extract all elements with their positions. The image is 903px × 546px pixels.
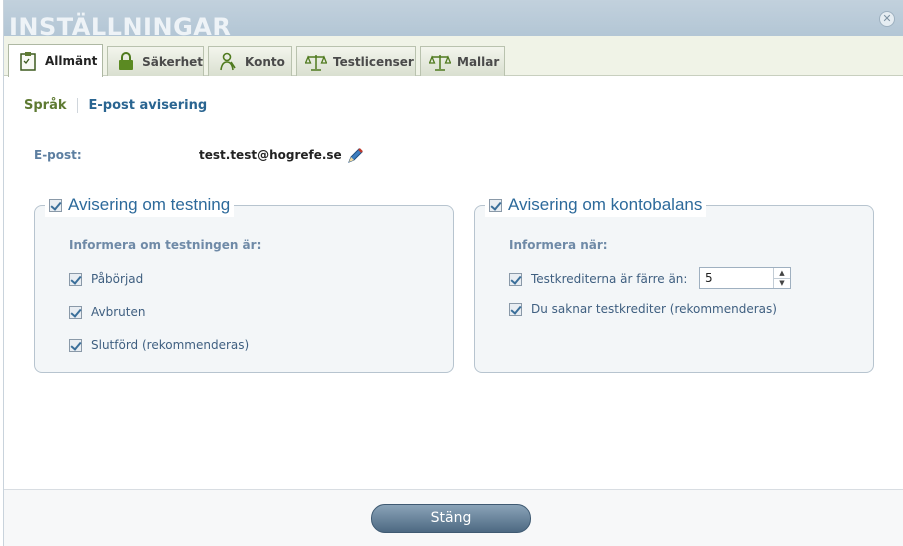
panel-legend: Avisering om kontobalans [485, 193, 707, 217]
option-label: Du saknar testkrediter (rekommenderas) [531, 302, 777, 316]
option-label: Testkrediterna är färre än: [531, 272, 688, 286]
started-checkbox[interactable] [69, 272, 82, 286]
panel-heading: Informera om testningen är: [69, 238, 262, 252]
panel-title: Avisering om kontobalans [508, 195, 703, 214]
tab-label: Testlicenser [333, 54, 414, 69]
dialog-footer: Stäng [4, 489, 903, 546]
option-row[interactable]: Slutförd (rekommenderas) [69, 338, 249, 352]
subnav-item-email-notification[interactable]: E-post avisering [78, 98, 208, 113]
option-row[interactable]: Du saknar testkrediter (rekommenderas) [509, 302, 777, 316]
tab-mallar[interactable]: Mallar [420, 46, 505, 76]
testing-notification-panel: Avisering om testning Informera om testn… [34, 193, 454, 373]
tab-sakerhet[interactable]: Säkerhet [107, 46, 204, 76]
chevron-up-icon[interactable]: ▲ [774, 268, 790, 278]
close-icon[interactable]: ✕ [879, 11, 895, 27]
chevron-down-icon[interactable]: ▼ [774, 277, 790, 289]
panel-heading: Informera när: [509, 238, 608, 252]
panel-title: Avisering om testning [68, 195, 231, 214]
clipboard-icon [17, 51, 39, 71]
testing-notification-checkbox[interactable] [49, 198, 62, 212]
dialog-title: INSTÄLLNINGAR [9, 13, 232, 37]
scale-icon [429, 52, 451, 72]
option-row[interactable]: Avbruten [69, 305, 145, 319]
option-row[interactable]: Testkrediterna är färre än: [509, 272, 687, 286]
sub-navigation: Språk E-post avisering [24, 92, 207, 118]
email-value: test.test@hogrefe.se [199, 148, 342, 162]
settings-dialog: INSTÄLLNINGAR ✕ Allmänt Säkerhet Konto T… [3, 0, 903, 546]
option-label: Slutförd (rekommenderas) [91, 338, 250, 352]
balance-notification-checkbox[interactable] [489, 198, 502, 212]
no-credits-checkbox[interactable] [509, 302, 522, 316]
balance-notification-panel: Avisering om kontobalans Informera när: … [474, 193, 874, 373]
panel-legend: Avisering om testning [45, 193, 235, 217]
option-row[interactable]: Påbörjad [69, 272, 143, 286]
credits-below-checkbox[interactable] [509, 272, 522, 286]
title-bar: INSTÄLLNINGAR ✕ [4, 0, 903, 37]
tab-label: Allmänt [45, 54, 98, 68]
tab-label: Konto [245, 54, 285, 69]
tab-testlicenser[interactable]: Testlicenser [296, 46, 416, 76]
credits-threshold-stepper[interactable]: 5 ▲ ▼ [699, 267, 791, 289]
lock-icon [116, 52, 136, 72]
stepper-buttons: ▲ ▼ [773, 268, 790, 288]
option-label: Avbruten [91, 305, 146, 319]
person-icon [217, 52, 239, 72]
aborted-checkbox[interactable] [69, 305, 82, 319]
credits-threshold-value[interactable]: 5 [700, 271, 773, 285]
subnav-item-sprak[interactable]: Språk [24, 97, 78, 113]
completed-checkbox[interactable] [69, 338, 82, 352]
close-button[interactable]: Stäng [371, 504, 531, 533]
scale-icon [305, 52, 327, 72]
tab-allmant[interactable]: Allmänt [8, 44, 103, 77]
tab-label: Säkerhet [142, 54, 203, 69]
option-label: Påbörjad [91, 272, 144, 286]
tab-strip: Allmänt Säkerhet Konto Testlicenser Mall… [4, 36, 903, 77]
email-label: E-post: [34, 148, 82, 162]
tab-konto[interactable]: Konto [208, 46, 292, 76]
pencil-icon[interactable] [345, 146, 365, 166]
tab-label: Mallar [457, 54, 500, 69]
